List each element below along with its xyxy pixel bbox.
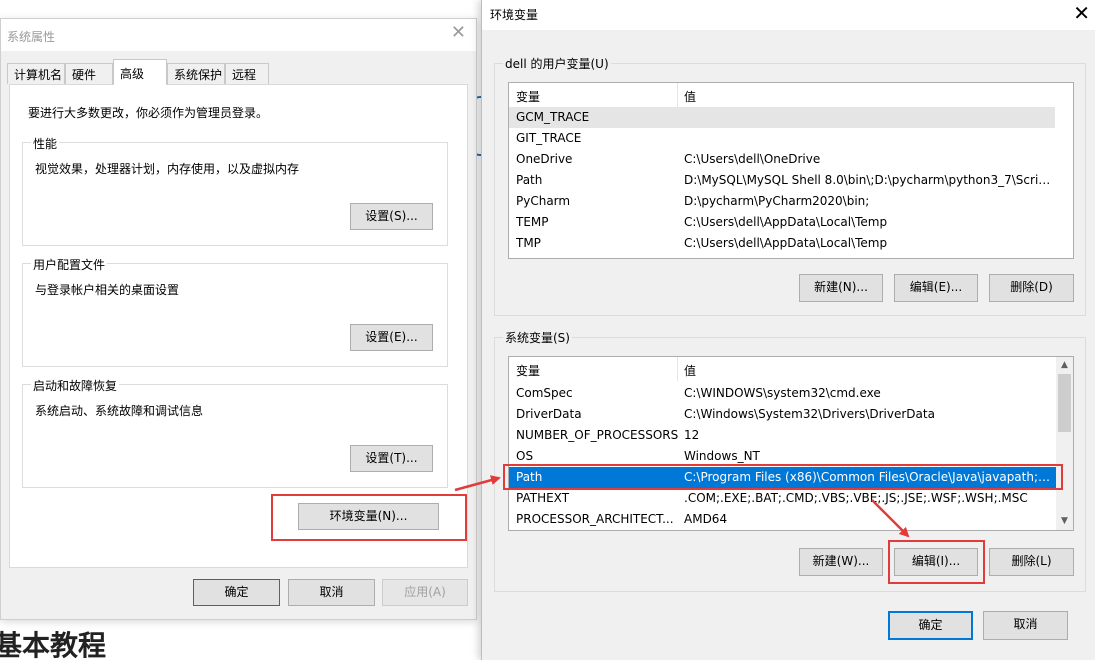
table-row[interactable]: Path D:\MySQL\MySQL Shell 8.0\bin\;D:\py… [509, 170, 1073, 191]
highlight-box-edit-button [888, 540, 985, 584]
column-header-value[interactable]: 值 [684, 362, 696, 379]
variable-value: 12 [684, 428, 700, 442]
user-new-button[interactable]: 新建(N)... [799, 274, 883, 302]
user-variables-title: dell 的用户变量(U) [503, 55, 611, 72]
user-variables-list[interactable]: 变量 值 GCM_TRACE GIT_TRACE OneDrive C:\Use… [508, 82, 1074, 259]
startup-recovery-description: 系统启动、系统故障和调试信息 [35, 404, 204, 418]
apply-button[interactable]: 应用(A) [382, 579, 468, 606]
variable-value: C:\Users\dell\OneDrive [684, 152, 821, 166]
tab-system-protection[interactable]: 系统保护 [167, 63, 225, 84]
variable-name: PyCharm [516, 194, 571, 208]
highlight-box-path-row [503, 464, 1063, 490]
table-row[interactable]: ComSpec C:\WINDOWS\system32\cmd.exe [509, 383, 1057, 404]
cancel-button[interactable]: 取消 [288, 579, 375, 606]
user-profiles-title: 用户配置文件 [31, 256, 108, 273]
variable-name: GCM_TRACE [516, 110, 590, 124]
tab-hardware[interactable]: 硬件 [65, 63, 113, 84]
variable-value: AMD64 [684, 512, 728, 526]
performance-group: 性能 视觉效果，处理器计划，内存使用，以及虚拟内存 设置(S)... [22, 135, 448, 246]
startup-recovery-title: 启动和故障恢复 [31, 377, 120, 394]
performance-settings-button[interactable]: 设置(S)... [350, 203, 433, 230]
variable-value: .COM;.EXE;.BAT;.CMD;.VBS;.VBE;.JS;.JSE;.… [684, 491, 1028, 505]
admin-notice: 要进行大多数更改，你必须作为管理员登录。 [28, 106, 269, 120]
startup-recovery-group: 启动和故障恢复 系统启动、系统故障和调试信息 设置(T)... [22, 377, 448, 488]
variable-value: C:\Users\dell\AppData\Local\Temp [684, 215, 888, 229]
tab-computer-name[interactable]: 计算机名 [7, 63, 65, 84]
performance-title: 性能 [31, 135, 60, 152]
table-row[interactable]: TMP C:\Users\dell\AppData\Local\Temp [509, 233, 1073, 254]
table-row[interactable]: GIT_TRACE [509, 128, 1073, 149]
cancel-button[interactable]: 取消 [983, 611, 1068, 640]
variable-value: C:\Users\dell\AppData\Local\Temp [684, 236, 888, 250]
user-edit-button[interactable]: 编辑(E)... [894, 274, 978, 302]
variable-value: D:\MySQL\MySQL Shell 8.0\bin\;D:\pycharm… [684, 173, 1054, 187]
system-properties-title: 系统属性 [7, 30, 56, 44]
table-row[interactable]: OneDrive C:\Users\dell\OneDrive [509, 149, 1073, 170]
tab-advanced[interactable]: 高级 [113, 59, 167, 85]
variable-name: Path [516, 173, 543, 187]
highlight-box-env-button [271, 494, 467, 541]
tab-remote[interactable]: 远程 [225, 63, 269, 84]
column-divider [677, 83, 678, 107]
vertical-scrollbar[interactable]: ▲ ▼ [1056, 357, 1073, 530]
ok-button[interactable]: 确定 [888, 611, 973, 640]
list-header: 变量 值 [509, 357, 1073, 381]
scrollbar-thumb[interactable] [1058, 374, 1071, 432]
system-properties-titlebar: 系统属性 ✕ [1, 19, 476, 51]
close-icon[interactable]: ✕ [1073, 2, 1090, 24]
variable-name: TEMP [516, 215, 549, 229]
environment-variables-titlebar: 环境变量 ✕ [482, 0, 1095, 30]
user-profiles-group: 用户配置文件 与登录帐户相关的桌面设置 设置(E)... [22, 256, 448, 367]
scroll-down-icon[interactable]: ▼ [1056, 513, 1073, 530]
variable-name: NUMBER_OF_PROCESSORS [516, 428, 679, 442]
environment-variables-title: 环境变量 [490, 8, 539, 22]
ok-button[interactable]: 确定 [193, 579, 280, 606]
table-row[interactable]: TEMP C:\Users\dell\AppData\Local\Temp [509, 212, 1073, 233]
environment-variables-dialog: 环境变量 ✕ dell 的用户变量(U) 变量 值 GCM_TRACE GIT_… [481, 0, 1095, 660]
table-row[interactable]: PROCESSOR_ARCHITECT... AMD64 [509, 509, 1057, 530]
variable-name: GIT_TRACE [516, 131, 582, 145]
user-delete-button[interactable]: 删除(D) [989, 274, 1074, 302]
startup-recovery-settings-button[interactable]: 设置(T)... [350, 445, 433, 472]
user-profiles-settings-button[interactable]: 设置(E)... [350, 324, 433, 351]
table-row[interactable]: GCM_TRACE [509, 107, 1055, 128]
table-row[interactable]: DriverData C:\Windows\System32\Drivers\D… [509, 404, 1057, 425]
user-profiles-description: 与登录帐户相关的桌面设置 [35, 283, 180, 297]
system-variables-list[interactable]: 变量 值 ComSpec C:\WINDOWS\system32\cmd.exe… [508, 356, 1074, 531]
variable-name: OS [516, 449, 534, 463]
variable-name: PROCESSOR_ARCHITECT... [516, 512, 674, 526]
list-header: 变量 值 [509, 83, 1073, 107]
variable-name: TMP [516, 236, 541, 250]
variable-name: PATHEXT [516, 491, 570, 505]
column-header-value[interactable]: 值 [684, 88, 696, 105]
background-heading: 基本教程 [0, 629, 107, 660]
scroll-up-icon[interactable]: ▲ [1056, 357, 1073, 374]
close-icon[interactable]: ✕ [451, 23, 466, 43]
system-variables-title: 系统变量(S) [503, 329, 572, 346]
system-delete-button[interactable]: 删除(L) [989, 548, 1074, 576]
column-header-variable[interactable]: 变量 [516, 88, 540, 105]
variable-value: C:\WINDOWS\system32\cmd.exe [684, 386, 881, 400]
variable-name: DriverData [516, 407, 582, 421]
variable-name: ComSpec [516, 386, 573, 400]
variable-value: C:\Windows\System32\Drivers\DriverData [684, 407, 935, 421]
user-variables-group: dell 的用户变量(U) 变量 值 GCM_TRACE GIT_TRACE O… [494, 55, 1086, 316]
variable-value: D:\pycharm\PyCharm2020\bin; [684, 194, 870, 208]
system-new-button[interactable]: 新建(W)... [799, 548, 883, 576]
column-divider [677, 357, 678, 381]
table-row[interactable]: PyCharm D:\pycharm\PyCharm2020\bin; [509, 191, 1073, 212]
table-row[interactable]: NUMBER_OF_PROCESSORS 12 [509, 425, 1057, 446]
table-row[interactable]: PATHEXT .COM;.EXE;.BAT;.CMD;.VBS;.VBE;.J… [509, 488, 1057, 509]
column-header-variable[interactable]: 变量 [516, 362, 540, 379]
variable-value: Windows_NT [684, 449, 760, 463]
variable-name: OneDrive [516, 152, 573, 166]
performance-description: 视觉效果，处理器计划，内存使用，以及虚拟内存 [35, 162, 300, 176]
